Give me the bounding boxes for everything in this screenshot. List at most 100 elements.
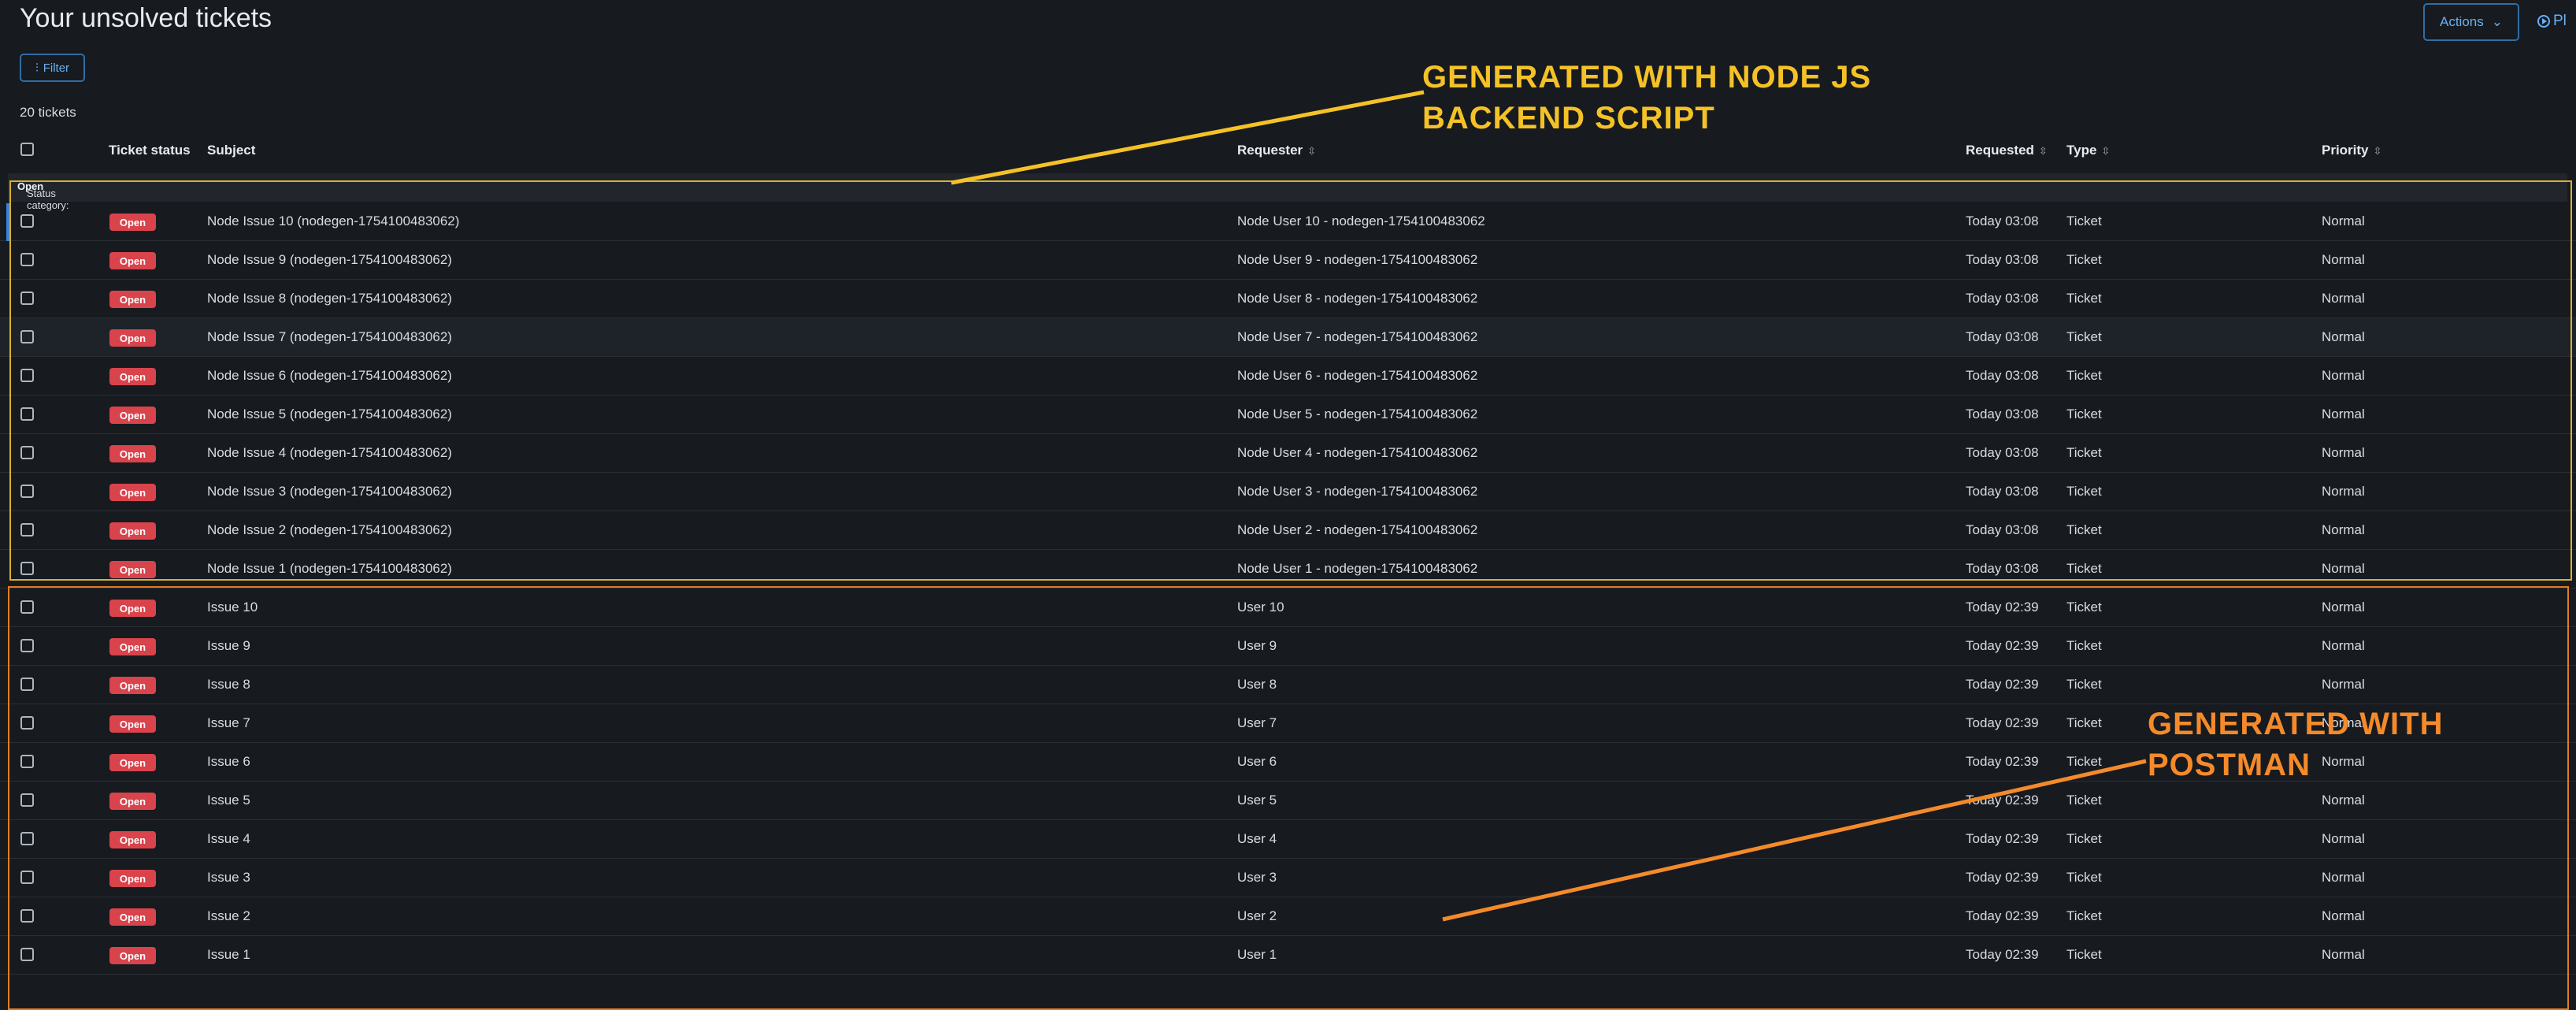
ticket-requester: Node User 8 - nodegen-1754100483062 [1237, 291, 1478, 306]
table-row[interactable]: Open Issue 8 User 8 Today 02:39 Ticket Normal [0, 666, 2576, 704]
table-row[interactable]: Open Node Issue 9 (nodegen-1754100483062)… [0, 241, 2576, 280]
play-button[interactable]: Pl [2537, 13, 2567, 30]
row-checkbox[interactable] [20, 291, 34, 305]
filter-label: Filter [43, 61, 70, 75]
table-row[interactable]: Open Issue 10 User 10 Today 02:39 Ticket Norm… [0, 589, 2576, 627]
column-header-subject[interactable]: Subject [207, 143, 255, 158]
ticket-subject[interactable]: Issue 3 [207, 870, 250, 886]
row-checkbox[interactable] [20, 716, 34, 730]
ticket-type: Ticket [2066, 908, 2102, 923]
actions-button[interactable]: Actions ⌄ [2423, 3, 2519, 41]
column-header-priority[interactable]: Priority ⇳ [2322, 143, 2381, 158]
ticket-subject[interactable]: Node Issue 4 (nodegen-1754100483062) [207, 445, 452, 461]
row-checkbox[interactable] [20, 369, 34, 382]
ticket-subject[interactable]: Node Issue 5 (nodegen-1754100483062) [207, 407, 452, 422]
table-row[interactable]: Open Issue 5 User 5 Today 02:39 Ticket Normal [0, 782, 2576, 820]
ticket-priority: Normal [2322, 329, 2365, 344]
ticket-requested: Today 03:08 [1966, 214, 2039, 228]
ticket-subject[interactable]: Node Issue 2 (nodegen-1754100483062) [207, 522, 452, 538]
ticket-type: Ticket [2066, 754, 2102, 769]
table-row[interactable]: Open Node Issue 8 (nodegen-1754100483062)… [0, 280, 2576, 318]
table-row[interactable]: Open Node Issue 6 (nodegen-1754100483062)… [0, 357, 2576, 395]
ticket-requested: Today 03:08 [1966, 522, 2039, 537]
ticket-requested: Today 03:08 [1966, 484, 2039, 499]
play-icon [2537, 15, 2550, 28]
ticket-requested: Today 02:39 [1966, 947, 2039, 962]
table-row[interactable]: Open Node Issue 4 (nodegen-1754100483062)… [0, 434, 2576, 473]
row-checkbox[interactable] [20, 793, 34, 807]
ticket-subject[interactable]: Node Issue 1 (nodegen-1754100483062) [207, 561, 452, 577]
ticket-subject[interactable]: Node Issue 8 (nodegen-1754100483062) [207, 291, 452, 306]
ticket-subject[interactable]: Issue 4 [207, 831, 250, 847]
status-badge: Open [109, 831, 156, 848]
ticket-subject[interactable]: Node Issue 10 (nodegen-1754100483062) [207, 214, 459, 229]
table-row[interactable]: Open Issue 2 User 2 Today 02:39 Ticket Normal [0, 897, 2576, 936]
ticket-type: Ticket [2066, 445, 2102, 460]
table-row[interactable]: Open Issue 1 User 1 Today 02:39 Ticket Normal [0, 936, 2576, 975]
ticket-requester: User 4 [1237, 831, 1277, 846]
row-checkbox[interactable] [20, 523, 34, 537]
ticket-subject[interactable]: Node Issue 3 (nodegen-1754100483062) [207, 484, 452, 499]
row-checkbox[interactable] [20, 639, 34, 652]
table-row[interactable]: Open Node Issue 5 (nodegen-1754100483062)… [0, 395, 2576, 434]
ticket-requester: User 10 [1237, 600, 1284, 615]
ticket-subject[interactable]: Issue 10 [207, 600, 258, 615]
ticket-priority: Normal [2322, 677, 2365, 692]
ticket-subject[interactable]: Node Issue 7 (nodegen-1754100483062) [207, 329, 452, 345]
table-row[interactable]: Open Node Issue 3 (nodegen-1754100483062)… [0, 473, 2576, 511]
row-checkbox[interactable] [20, 832, 34, 845]
row-checkbox[interactable] [20, 678, 34, 691]
ticket-priority: Normal [2322, 368, 2365, 383]
row-checkbox[interactable] [20, 214, 34, 228]
status-badge: Open [109, 600, 156, 617]
ticket-priority: Normal [2322, 947, 2365, 962]
ticket-priority: Normal [2322, 638, 2365, 653]
status-badge: Open [109, 754, 156, 771]
table-row[interactable]: Open Issue 9 User 9 Today 02:39 Ticket Normal [0, 627, 2576, 666]
row-checkbox[interactable] [20, 407, 34, 421]
ticket-requested: Today 03:08 [1966, 407, 2039, 421]
column-header-type[interactable]: Type ⇳ [2066, 143, 2110, 158]
table-row[interactable]: Open Node Issue 7 (nodegen-1754100483062)… [0, 318, 2576, 357]
table-row[interactable]: Open Node Issue 1 (nodegen-1754100483062)… [0, 550, 2576, 589]
ticket-priority: Normal [2322, 484, 2365, 499]
status-badge: Open [109, 793, 156, 810]
ticket-type: Ticket [2066, 638, 2102, 653]
sort-icon: ⇳ [2101, 145, 2111, 157]
status-badge: Open [109, 870, 156, 887]
select-all-checkbox[interactable] [20, 143, 34, 156]
ticket-subject[interactable]: Issue 9 [207, 638, 250, 654]
table-row[interactable]: Open Issue 3 User 3 Today 02:39 Ticket Normal [0, 859, 2576, 897]
filter-button[interactable]: ⫶ Filter [20, 54, 85, 82]
ticket-subject[interactable]: Issue 5 [207, 793, 250, 808]
row-checkbox[interactable] [20, 485, 34, 498]
row-checkbox[interactable] [20, 871, 34, 884]
ticket-subject[interactable]: Issue 7 [207, 715, 250, 731]
row-checkbox[interactable] [20, 562, 34, 575]
row-checkbox[interactable] [20, 909, 34, 923]
ticket-subject[interactable]: Issue 8 [207, 677, 250, 693]
ticket-type: Ticket [2066, 291, 2102, 306]
table-row[interactable]: Open Issue 4 User 4 Today 02:39 Ticket Normal [0, 820, 2576, 859]
row-checkbox[interactable] [20, 755, 34, 768]
ticket-requested: Today 02:39 [1966, 870, 2039, 885]
ticket-subject[interactable]: Issue 2 [207, 908, 250, 924]
row-checkbox[interactable] [20, 330, 34, 343]
table-row[interactable]: Open Node Issue 10 (nodegen-1754100483062… [0, 202, 2576, 241]
row-checkbox[interactable] [20, 253, 34, 266]
ticket-requested: Today 02:39 [1966, 715, 2039, 730]
status-badge: Open [109, 677, 156, 694]
row-checkbox[interactable] [20, 446, 34, 459]
ticket-subject[interactable]: Node Issue 6 (nodegen-1754100483062) [207, 368, 452, 384]
ticket-requester: Node User 9 - nodegen-1754100483062 [1237, 252, 1478, 267]
ticket-subject[interactable]: Issue 6 [207, 754, 250, 770]
column-header-status[interactable]: Ticket status [109, 143, 191, 158]
table-row[interactable]: Open Node Issue 2 (nodegen-1754100483062)… [0, 511, 2576, 550]
column-header-requester[interactable]: Requester ⇳ [1237, 143, 1316, 158]
row-checkbox[interactable] [20, 948, 34, 961]
ticket-subject[interactable]: Node Issue 9 (nodegen-1754100483062) [207, 252, 452, 268]
row-checkbox[interactable] [20, 600, 34, 614]
column-header-requested[interactable]: Requested ⇳ [1966, 143, 2048, 158]
sort-icon: ⇳ [1307, 145, 1317, 157]
ticket-subject[interactable]: Issue 1 [207, 947, 250, 963]
